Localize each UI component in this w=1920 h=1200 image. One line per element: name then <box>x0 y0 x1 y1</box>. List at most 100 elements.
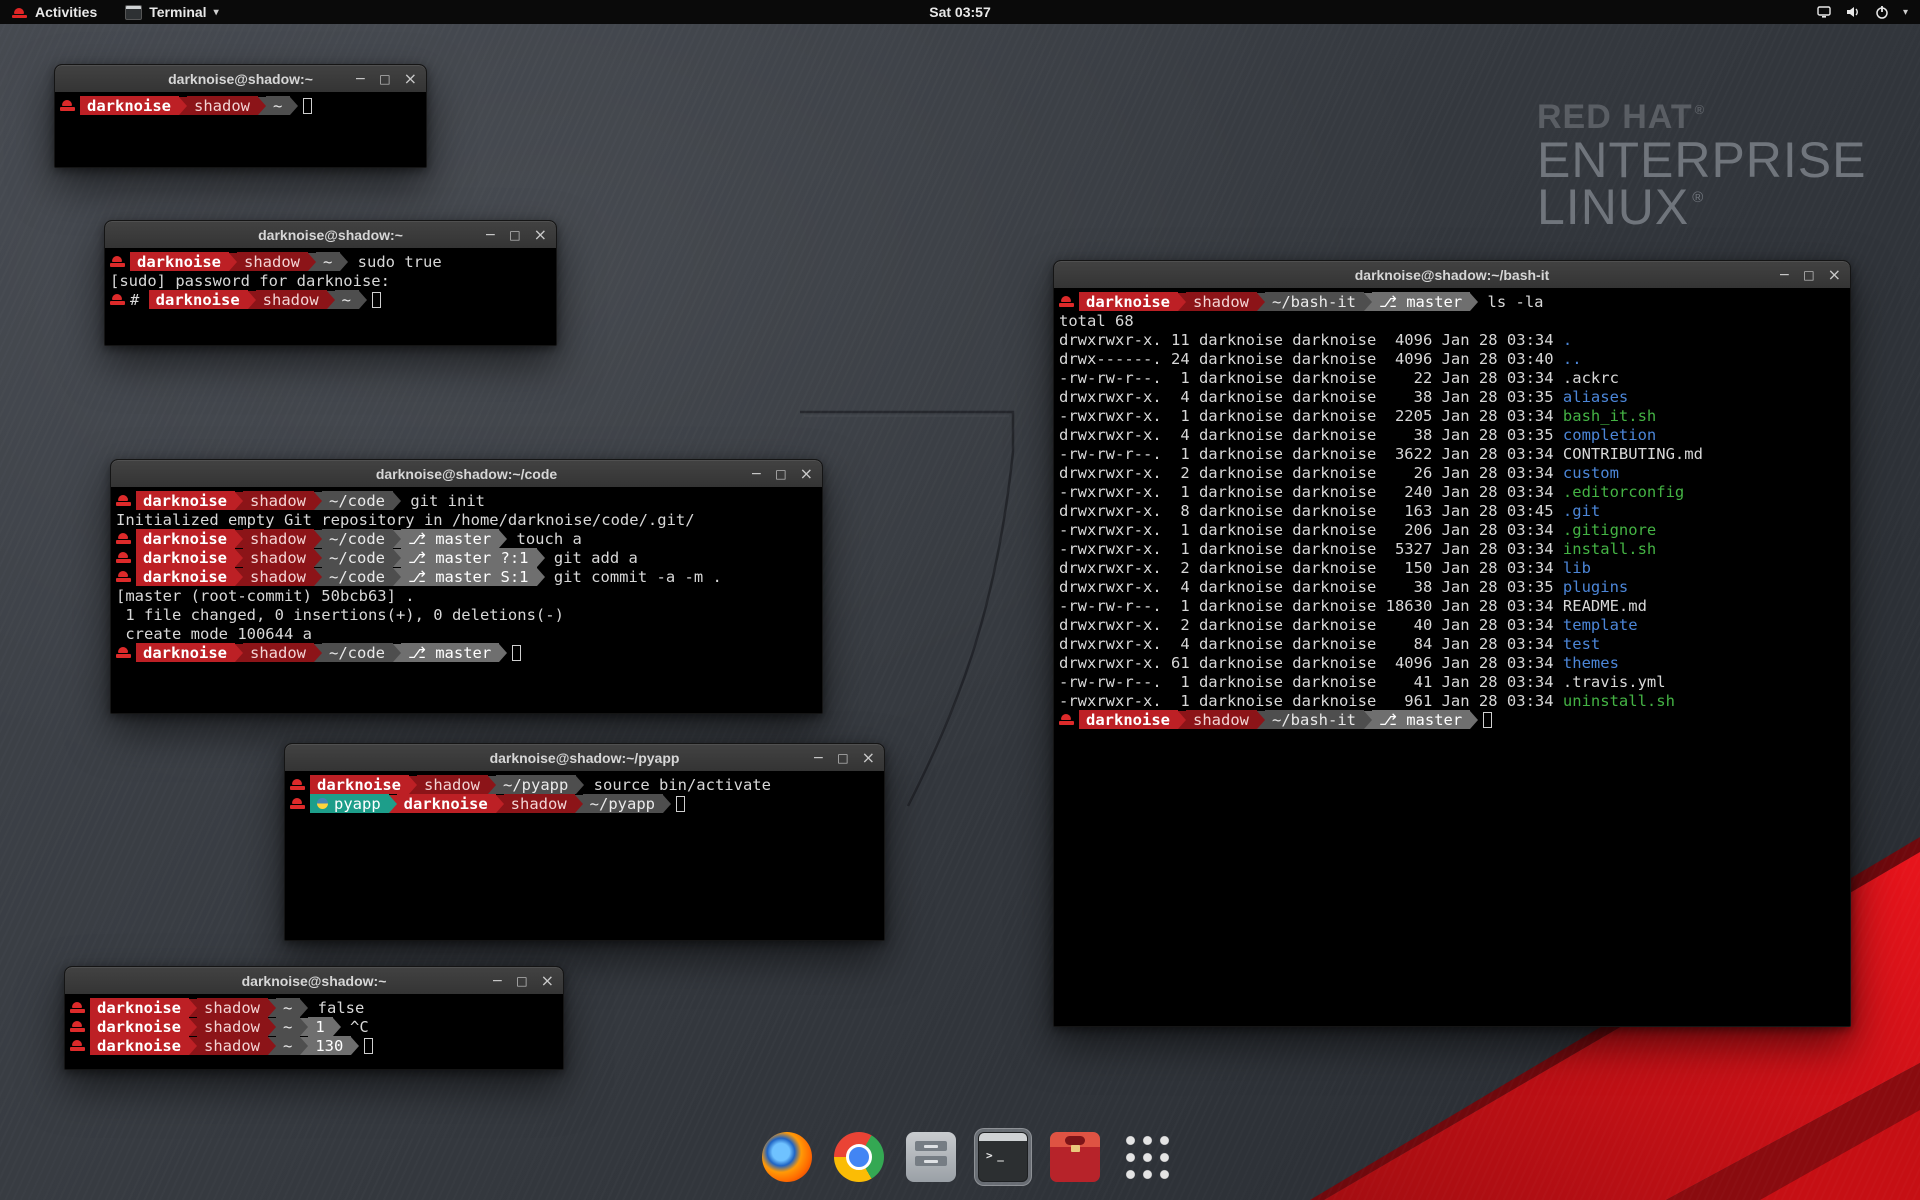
registered-mark: ® <box>1692 189 1704 206</box>
prompt-segment-host: shadow <box>187 96 258 115</box>
terminal-text: -rwxrwxr-x. 1 darknoise darknoise 5327 J… <box>1059 540 1563 558</box>
terminal-window-4[interactable]: darknoise@shadow:~/pyapp−□×darknoiseshad… <box>284 743 885 941</box>
prompt-segment-git: ⎇ master <box>401 529 499 548</box>
terminal-viewport[interactable]: darknoiseshadow~/pyapp source bin/activa… <box>285 771 884 940</box>
prompt-segment-host: shadow <box>243 529 314 548</box>
dock-item-firefox[interactable] <box>758 1128 816 1186</box>
terminal-viewport[interactable]: darknoiseshadow~/code git initInitialize… <box>111 487 822 713</box>
terminal-window-2[interactable]: darknoise@shadow:~−□×darknoiseshadow~ su… <box>104 220 557 346</box>
powerline-arrow-icon <box>314 549 322 567</box>
prompt-segment-host: shadow <box>504 794 575 813</box>
prompt-segment-host: shadow <box>197 1017 268 1036</box>
terminal-text: bash_it.sh <box>1563 407 1656 425</box>
window-maximize-button[interactable]: □ <box>379 73 390 85</box>
window-minimize-button[interactable]: − <box>492 974 504 988</box>
window-title: darknoise@shadow:~/bash-it <box>1355 267 1550 283</box>
dock-item-files[interactable] <box>902 1128 960 1186</box>
chevron-down-icon: ▾ <box>1903 7 1908 18</box>
terminal-text: .gitignore <box>1563 521 1656 539</box>
terminal-line: drwxrwxr-x. 4 darknoise darknoise 38 Jan… <box>1054 425 1850 444</box>
redhat-prompt-icon <box>1059 710 1077 729</box>
window-titlebar[interactable]: darknoise@shadow:~−□× <box>55 65 426 93</box>
terminal-text: CONTRIBUTING.md <box>1563 445 1703 463</box>
system-status-area[interactable]: ▾ <box>1816 0 1920 24</box>
powerline-arrow-icon <box>308 253 316 271</box>
window-minimize-button[interactable]: − <box>1779 268 1791 282</box>
window-minimize-button[interactable]: − <box>751 467 763 481</box>
window-close-button[interactable]: × <box>404 71 417 87</box>
terminal-viewport[interactable]: darknoiseshadow~ sudo true[sudo] passwor… <box>105 248 556 345</box>
window-close-button[interactable]: × <box>541 973 554 989</box>
app-menu-button[interactable]: Terminal ▾ <box>121 0 222 24</box>
redhat-prompt-icon <box>290 794 308 813</box>
prompt-segment-path: ~/code <box>322 529 393 548</box>
window-controls: −□ × <box>751 460 813 487</box>
prompt-segment-git: ⎇ master <box>1372 710 1470 729</box>
terminal-viewport[interactable]: darknoiseshadow~/bash-it⎇ master ls -lat… <box>1054 288 1850 1026</box>
prompt-segment-user: darknoise <box>90 1017 189 1036</box>
window-close-button[interactable]: × <box>862 750 875 766</box>
terminal-viewport[interactable]: darknoiseshadow~ falsedarknoiseshadow~1 … <box>65 994 563 1069</box>
terminal-window-3[interactable]: darknoise@shadow:~/code −□ × darknoiseshado… <box>110 459 823 714</box>
prompt-segment-venv: pyapp <box>310 794 389 813</box>
window-maximize-button[interactable]: □ <box>1803 269 1814 281</box>
power-icon[interactable] <box>1874 4 1890 20</box>
window-close-button[interactable]: × <box>534 227 547 243</box>
terminal-text: .ackrc <box>1563 369 1619 387</box>
dock-item-chrome[interactable] <box>830 1128 888 1186</box>
redhat-prompt-icon <box>116 548 134 567</box>
prompt-segment-user: darknoise <box>130 252 229 271</box>
window-minimize-button[interactable]: − <box>485 228 497 242</box>
window-titlebar[interactable]: darknoise@shadow:~−□× <box>65 967 563 995</box>
terminal-window-1[interactable]: darknoise@shadow:~−□×darknoiseshadow~ <box>54 64 427 168</box>
terminal-text: -rwxrwxr-x. 1 darknoise darknoise 2205 J… <box>1059 407 1563 425</box>
prompt-segment-path: ~/code <box>322 567 393 586</box>
powerline-arrow-icon <box>1178 711 1186 729</box>
terminal-text: total 68 <box>1059 312 1134 330</box>
powerline-arrow-icon <box>268 1037 276 1055</box>
brand-linux: LINUX® <box>1537 184 1867 243</box>
terminal-text: drwxrwxr-x. 4 darknoise darknoise 84 Jan… <box>1059 635 1563 653</box>
terminal-text: .. <box>1563 350 1582 368</box>
prompt-segment-path: ~ <box>266 96 290 115</box>
terminal-window-5[interactable]: darknoise@shadow:~−□×darknoiseshadow~ fa… <box>64 966 564 1070</box>
window-titlebar[interactable]: darknoise@shadow:~−□× <box>105 221 556 249</box>
terminal-viewport[interactable]: darknoiseshadow~ <box>55 92 426 167</box>
window-minimize-button[interactable]: − <box>355 72 367 86</box>
powerline-arrow-icon <box>499 530 507 548</box>
powerline-arrow-icon <box>1364 293 1372 311</box>
prompt-segment-user: darknoise <box>90 1036 189 1055</box>
terminal-line: darknoiseshadow~/code git init <box>111 491 822 510</box>
window-title: darknoise@shadow:~/code <box>376 466 557 482</box>
powerline-arrow-icon <box>235 492 243 510</box>
redhat-prompt-icon <box>116 529 134 548</box>
window-titlebar[interactable]: darknoise@shadow:~/bash-it −□ × <box>1054 261 1850 289</box>
dock-item-toolbox[interactable] <box>1046 1128 1104 1186</box>
terminal-text: # <box>130 291 149 309</box>
window-close-button[interactable]: × <box>1828 267 1841 283</box>
dock-item-terminal[interactable] <box>974 1128 1032 1186</box>
clock[interactable]: Sat 03:57 <box>929 0 990 24</box>
window-close-button[interactable]: × <box>800 466 813 482</box>
python-icon <box>317 798 328 809</box>
terminal-text: -rwxrwxr-x. 1 darknoise darknoise 961 Ja… <box>1059 692 1563 710</box>
terminal-line: darknoiseshadow~/code⎇ master touch a <box>111 529 822 548</box>
terminal-cursor <box>512 645 521 661</box>
window-maximize-button[interactable]: □ <box>837 752 848 764</box>
window-maximize-button[interactable]: □ <box>516 975 527 987</box>
terminal-text: false <box>308 999 364 1017</box>
powerline-arrow-icon <box>1470 711 1478 729</box>
redhat-prompt-icon <box>116 491 134 510</box>
powerline-arrow-icon <box>314 492 322 510</box>
window-minimize-button[interactable]: − <box>813 751 825 765</box>
dock-item-app-grid[interactable] <box>1118 1128 1176 1186</box>
display-icon[interactable] <box>1816 4 1832 20</box>
window-maximize-button[interactable]: □ <box>509 229 520 241</box>
activities-button[interactable]: Activities <box>8 0 101 24</box>
volume-icon[interactable] <box>1845 4 1861 20</box>
window-titlebar[interactable]: darknoise@shadow:~/pyapp−□× <box>285 744 884 772</box>
window-titlebar[interactable]: darknoise@shadow:~/code −□ × <box>111 460 822 488</box>
terminal-window-6[interactable]: darknoise@shadow:~/bash-it −□ × darknoisesh… <box>1053 260 1851 1027</box>
window-maximize-button[interactable]: □ <box>775 468 786 480</box>
terminal-text: drwxrwxr-x. 2 darknoise darknoise 150 Ja… <box>1059 559 1563 577</box>
